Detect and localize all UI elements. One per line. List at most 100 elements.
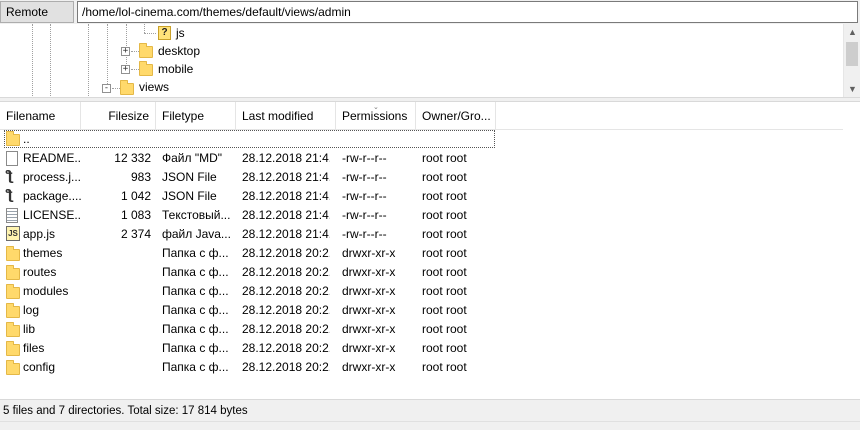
permissions: drwxr-xr-x — [342, 284, 396, 298]
folder-icon — [6, 246, 20, 261]
remote-directory-tree: ? js + desktop + mobile - views ▲ ▼ — [0, 24, 860, 98]
file-row[interactable]: routes Папка с ф... 28.12.2018 20:2... drwx… — [0, 263, 843, 282]
file-type: Файл "MD" — [162, 151, 223, 165]
file-name: lib — [23, 322, 36, 336]
text-file-icon — [6, 208, 18, 223]
folder-icon — [139, 43, 153, 58]
file-row[interactable]: lib Папка с ф... 28.12.2018 20:2... drwxr-x… — [0, 320, 843, 339]
folder-icon — [6, 265, 20, 280]
file-row[interactable]: ƪ process.j... 983 JSON File 28.12.2018 21:4… — [0, 168, 843, 187]
file-row[interactable]: config Папка с ф... 28.12.2018 20:2... drwx… — [0, 358, 843, 377]
permissions: -rw-r--r-- — [342, 227, 387, 241]
file-name: config — [23, 360, 56, 374]
column-header-filetype[interactable]: Filetype — [156, 102, 236, 130]
file-row[interactable]: JS app.js 2 374 файл Java... 28.12.2018 21:4… — [0, 225, 843, 244]
tree-item-desktop[interactable]: + desktop — [0, 42, 840, 60]
remote-path-input[interactable]: /home/lol-cinema.com/themes/default/view… — [77, 1, 858, 23]
column-header-label: Permissions — [342, 109, 408, 123]
file-row[interactable]: LICENSE.... 1 083 Текстовый... 28.12.2018 2… — [0, 206, 843, 225]
folder-icon — [6, 303, 20, 318]
tree-guide-line — [131, 69, 139, 70]
tree-item-views[interactable]: - views — [0, 78, 840, 96]
permissions: -rw-r--r-- — [342, 189, 387, 203]
folder-icon — [6, 360, 20, 375]
column-header-last-modified[interactable]: Last modified — [236, 102, 336, 130]
file-name: package.... — [23, 189, 81, 203]
file-list-header: Filename Filesize Filetype Last modified… — [0, 102, 843, 130]
column-header-filename[interactable]: Filename — [0, 102, 81, 130]
file-size: 2 374 — [120, 227, 151, 241]
parent-directory-row[interactable]: .. — [0, 130, 843, 149]
owner-group: root root — [422, 227, 467, 241]
folder-icon — [6, 131, 20, 146]
file-size: 983 — [130, 170, 151, 184]
file-row[interactable]: files Папка с ф... 28.12.2018 20:2... drwxr… — [0, 339, 843, 358]
permissions: drwxr-xr-x — [342, 360, 396, 374]
file-type: JSON File — [162, 170, 217, 184]
sort-indicator-icon: ⌄ — [373, 104, 379, 111]
permissions: drwxr-xr-x — [342, 341, 396, 355]
folder-icon — [6, 284, 20, 299]
column-header-owner-group[interactable]: Owner/Gro... — [416, 102, 496, 130]
owner-group: root root — [422, 265, 467, 279]
file-size: 1 042 — [120, 189, 151, 203]
file-size — [81, 358, 151, 377]
file-size — [81, 339, 151, 358]
owner-group: root root — [422, 322, 467, 336]
owner-group: root root — [422, 189, 467, 203]
permissions: drwxr-xr-x — [342, 265, 396, 279]
file-type: Текстовый... — [162, 208, 231, 222]
owner-group: root root — [422, 284, 467, 298]
document-icon — [6, 151, 18, 166]
file-name: log — [23, 303, 40, 317]
column-header-filesize[interactable]: Filesize — [81, 102, 156, 130]
tree-item-label: js — [176, 26, 185, 40]
file-size — [81, 320, 151, 339]
scroll-thumb[interactable] — [846, 42, 858, 66]
owner-group: root root — [422, 208, 467, 222]
collapse-icon[interactable]: - — [102, 84, 111, 93]
file-type: Папка с ф... — [162, 303, 229, 317]
scroll-up-icon[interactable]: ▲ — [844, 24, 860, 41]
file-row[interactable]: themes Папка с ф... 28.12.2018 20:2... drwx… — [0, 244, 843, 263]
file-row[interactable]: modules Папка с ф... 28.12.2018 20:2... drw… — [0, 282, 843, 301]
last-modified: 28.12.2018 21:4... — [242, 189, 330, 203]
file-type: JSON File — [162, 189, 217, 203]
last-modified: 28.12.2018 20:2... — [242, 360, 330, 374]
file-row[interactable]: ƪ package.... 1 042 JSON File 28.12.2018 21:… — [0, 187, 843, 206]
file-name: app.js — [23, 227, 56, 241]
folder-icon — [139, 61, 153, 76]
file-type: файл Java... — [162, 227, 231, 241]
file-name: .. — [23, 132, 30, 146]
scroll-down-icon[interactable]: ▼ — [844, 81, 860, 97]
expand-icon[interactable]: + — [121, 65, 130, 74]
last-modified: 28.12.2018 20:2... — [242, 284, 330, 298]
tree-scrollbar[interactable]: ▲ ▼ — [843, 24, 860, 97]
last-modified: 28.12.2018 20:2... — [242, 303, 330, 317]
owner-group: root root — [422, 170, 467, 184]
remote-site-bar: Remote site: /home/lol-cinema.com/themes… — [0, 0, 860, 39]
file-type: Папка с ф... — [162, 322, 229, 336]
folder-icon — [120, 80, 134, 95]
owner-group: root root — [422, 246, 467, 260]
tree-item-mobile[interactable]: + mobile — [0, 60, 840, 78]
permissions: drwxr-xr-x — [342, 303, 396, 317]
permissions: drwxr-xr-x — [342, 246, 396, 260]
expand-icon[interactable]: + — [121, 47, 130, 56]
column-header-permissions[interactable]: ⌄ Permissions — [336, 102, 416, 130]
tree-item-js[interactable]: ? js — [0, 24, 840, 42]
last-modified: 28.12.2018 21:4... — [242, 151, 330, 165]
json-file-icon: ƪ — [6, 169, 14, 184]
file-size — [81, 244, 151, 263]
file-name: README... — [23, 151, 81, 165]
file-name: files — [23, 341, 45, 355]
folder-icon — [6, 341, 20, 356]
file-row[interactable]: log Папка с ф... 28.12.2018 20:2... drwxr-x… — [0, 301, 843, 320]
file-type: Папка с ф... — [162, 265, 229, 279]
tree-item-label: desktop — [158, 44, 201, 58]
owner-group: root root — [422, 151, 467, 165]
tree-guide-line — [112, 88, 120, 89]
permissions: -rw-r--r-- — [342, 151, 387, 165]
file-row[interactable]: README... 12 332 Файл "MD" 28.12.2018 21:4.… — [0, 149, 843, 168]
file-list-scroll-area — [843, 102, 860, 399]
